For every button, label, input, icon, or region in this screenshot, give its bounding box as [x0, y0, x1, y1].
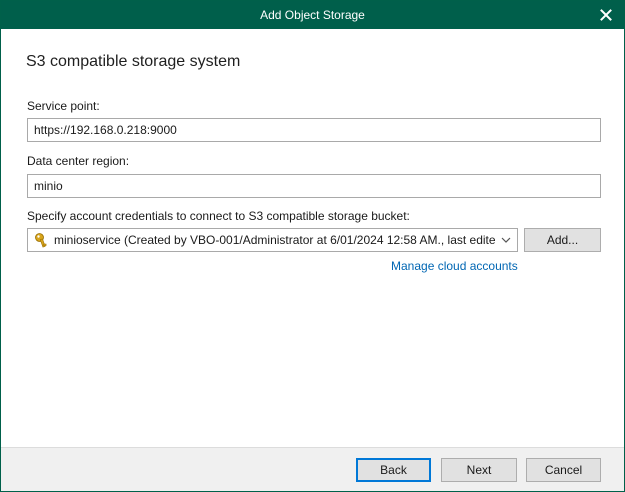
dropdown-arrow[interactable]: [495, 229, 517, 251]
credentials-dropdown[interactable]: minioservice (Created by VBO-001/Adminis…: [27, 228, 518, 252]
region-label: Data center region:: [27, 154, 130, 168]
close-button[interactable]: [594, 3, 618, 27]
credentials-selected-value: minioservice (Created by VBO-001/Adminis…: [54, 233, 495, 247]
add-credentials-button[interactable]: Add...: [524, 228, 601, 252]
service-point-input[interactable]: [27, 118, 601, 142]
add-object-storage-dialog: Add Object Storage S3 compatible storage…: [0, 0, 625, 492]
window-title: Add Object Storage: [260, 8, 365, 22]
next-button[interactable]: Next: [441, 458, 517, 482]
close-icon: [600, 9, 612, 21]
chevron-down-icon: [501, 237, 511, 243]
service-point-label: Service point:: [27, 99, 100, 113]
title-bar: Add Object Storage: [1, 1, 624, 29]
region-input[interactable]: [27, 174, 601, 198]
manage-cloud-accounts-link[interactable]: Manage cloud accounts: [391, 259, 518, 273]
credentials-label: Specify account credentials to connect t…: [27, 209, 410, 223]
cancel-button[interactable]: Cancel: [526, 458, 601, 482]
back-button[interactable]: Back: [356, 458, 431, 482]
page-title: S3 compatible storage system: [26, 53, 241, 70]
key-icon: [35, 233, 47, 248]
